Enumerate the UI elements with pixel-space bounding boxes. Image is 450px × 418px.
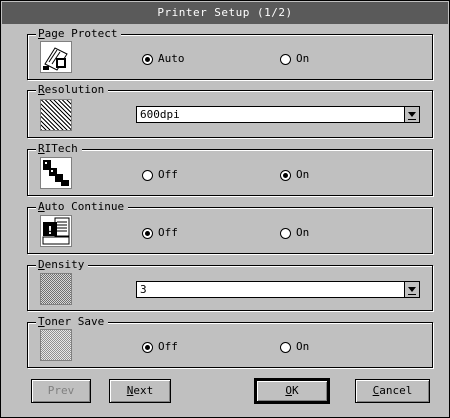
toner-save-group: Toner Save Off On [27,315,433,368]
radio-unchecked-icon [280,227,291,239]
radio-checked-icon [142,53,153,65]
cancel-button[interactable]: Cancel [355,379,430,403]
printer-setup-window: Printer Setup (1/2) Page Protect Auto On… [0,0,450,418]
auto-continue-group: Auto Continue ! Off On [27,200,433,254]
prev-button[interactable]: Prev [31,379,91,403]
resolution-select[interactable]: 600dpi [136,106,420,123]
resolution-pattern-icon [40,99,72,131]
toner-save-on-radio[interactable]: On [280,340,309,354]
density-select[interactable]: 3 [136,281,420,298]
svg-text:!: ! [47,224,52,237]
page-protect-group: Page Protect Auto On [27,27,433,80]
density-icon [40,273,72,305]
toner-save-off-radio[interactable]: Off [142,340,178,354]
ritech-group: RITech Off On [27,142,433,196]
radio-checked-icon [142,341,153,353]
window-title: Printer Setup (1/2) [2,2,448,24]
page-protect-icon [40,41,72,73]
auto-continue-off-radio[interactable]: Off [142,226,178,240]
toner-save-label: Toner Save [36,315,109,329]
page-protect-auto-radio[interactable]: Auto [142,52,185,66]
density-label: Density [36,258,89,272]
resolution-label: Resolution [36,83,109,97]
toner-save-icon [40,329,72,361]
radio-unchecked-icon [142,169,153,181]
page-protect-label: Page Protect [36,27,122,41]
ritech-label: RITech [36,142,82,156]
ritech-off-radio[interactable]: Off [142,168,178,182]
ritech-icon [40,157,72,189]
ok-button[interactable]: OK [254,378,330,404]
radio-unchecked-icon [280,341,291,353]
density-group: Density 3 [27,258,433,311]
radio-checked-icon [142,227,153,239]
resolution-group: Resolution 600dpi [27,83,433,138]
auto-continue-label: Auto Continue [36,200,129,214]
auto-continue-on-radio[interactable]: On [280,226,309,240]
auto-continue-icon: ! [40,215,72,247]
radio-checked-icon [280,169,291,181]
radio-unchecked-icon [280,53,291,65]
page-protect-on-radio[interactable]: On [280,52,309,66]
ritech-on-radio[interactable]: On [280,168,309,182]
next-button[interactable]: Next [109,379,171,403]
chevron-down-icon[interactable] [404,107,419,122]
chevron-down-icon[interactable] [404,282,419,297]
